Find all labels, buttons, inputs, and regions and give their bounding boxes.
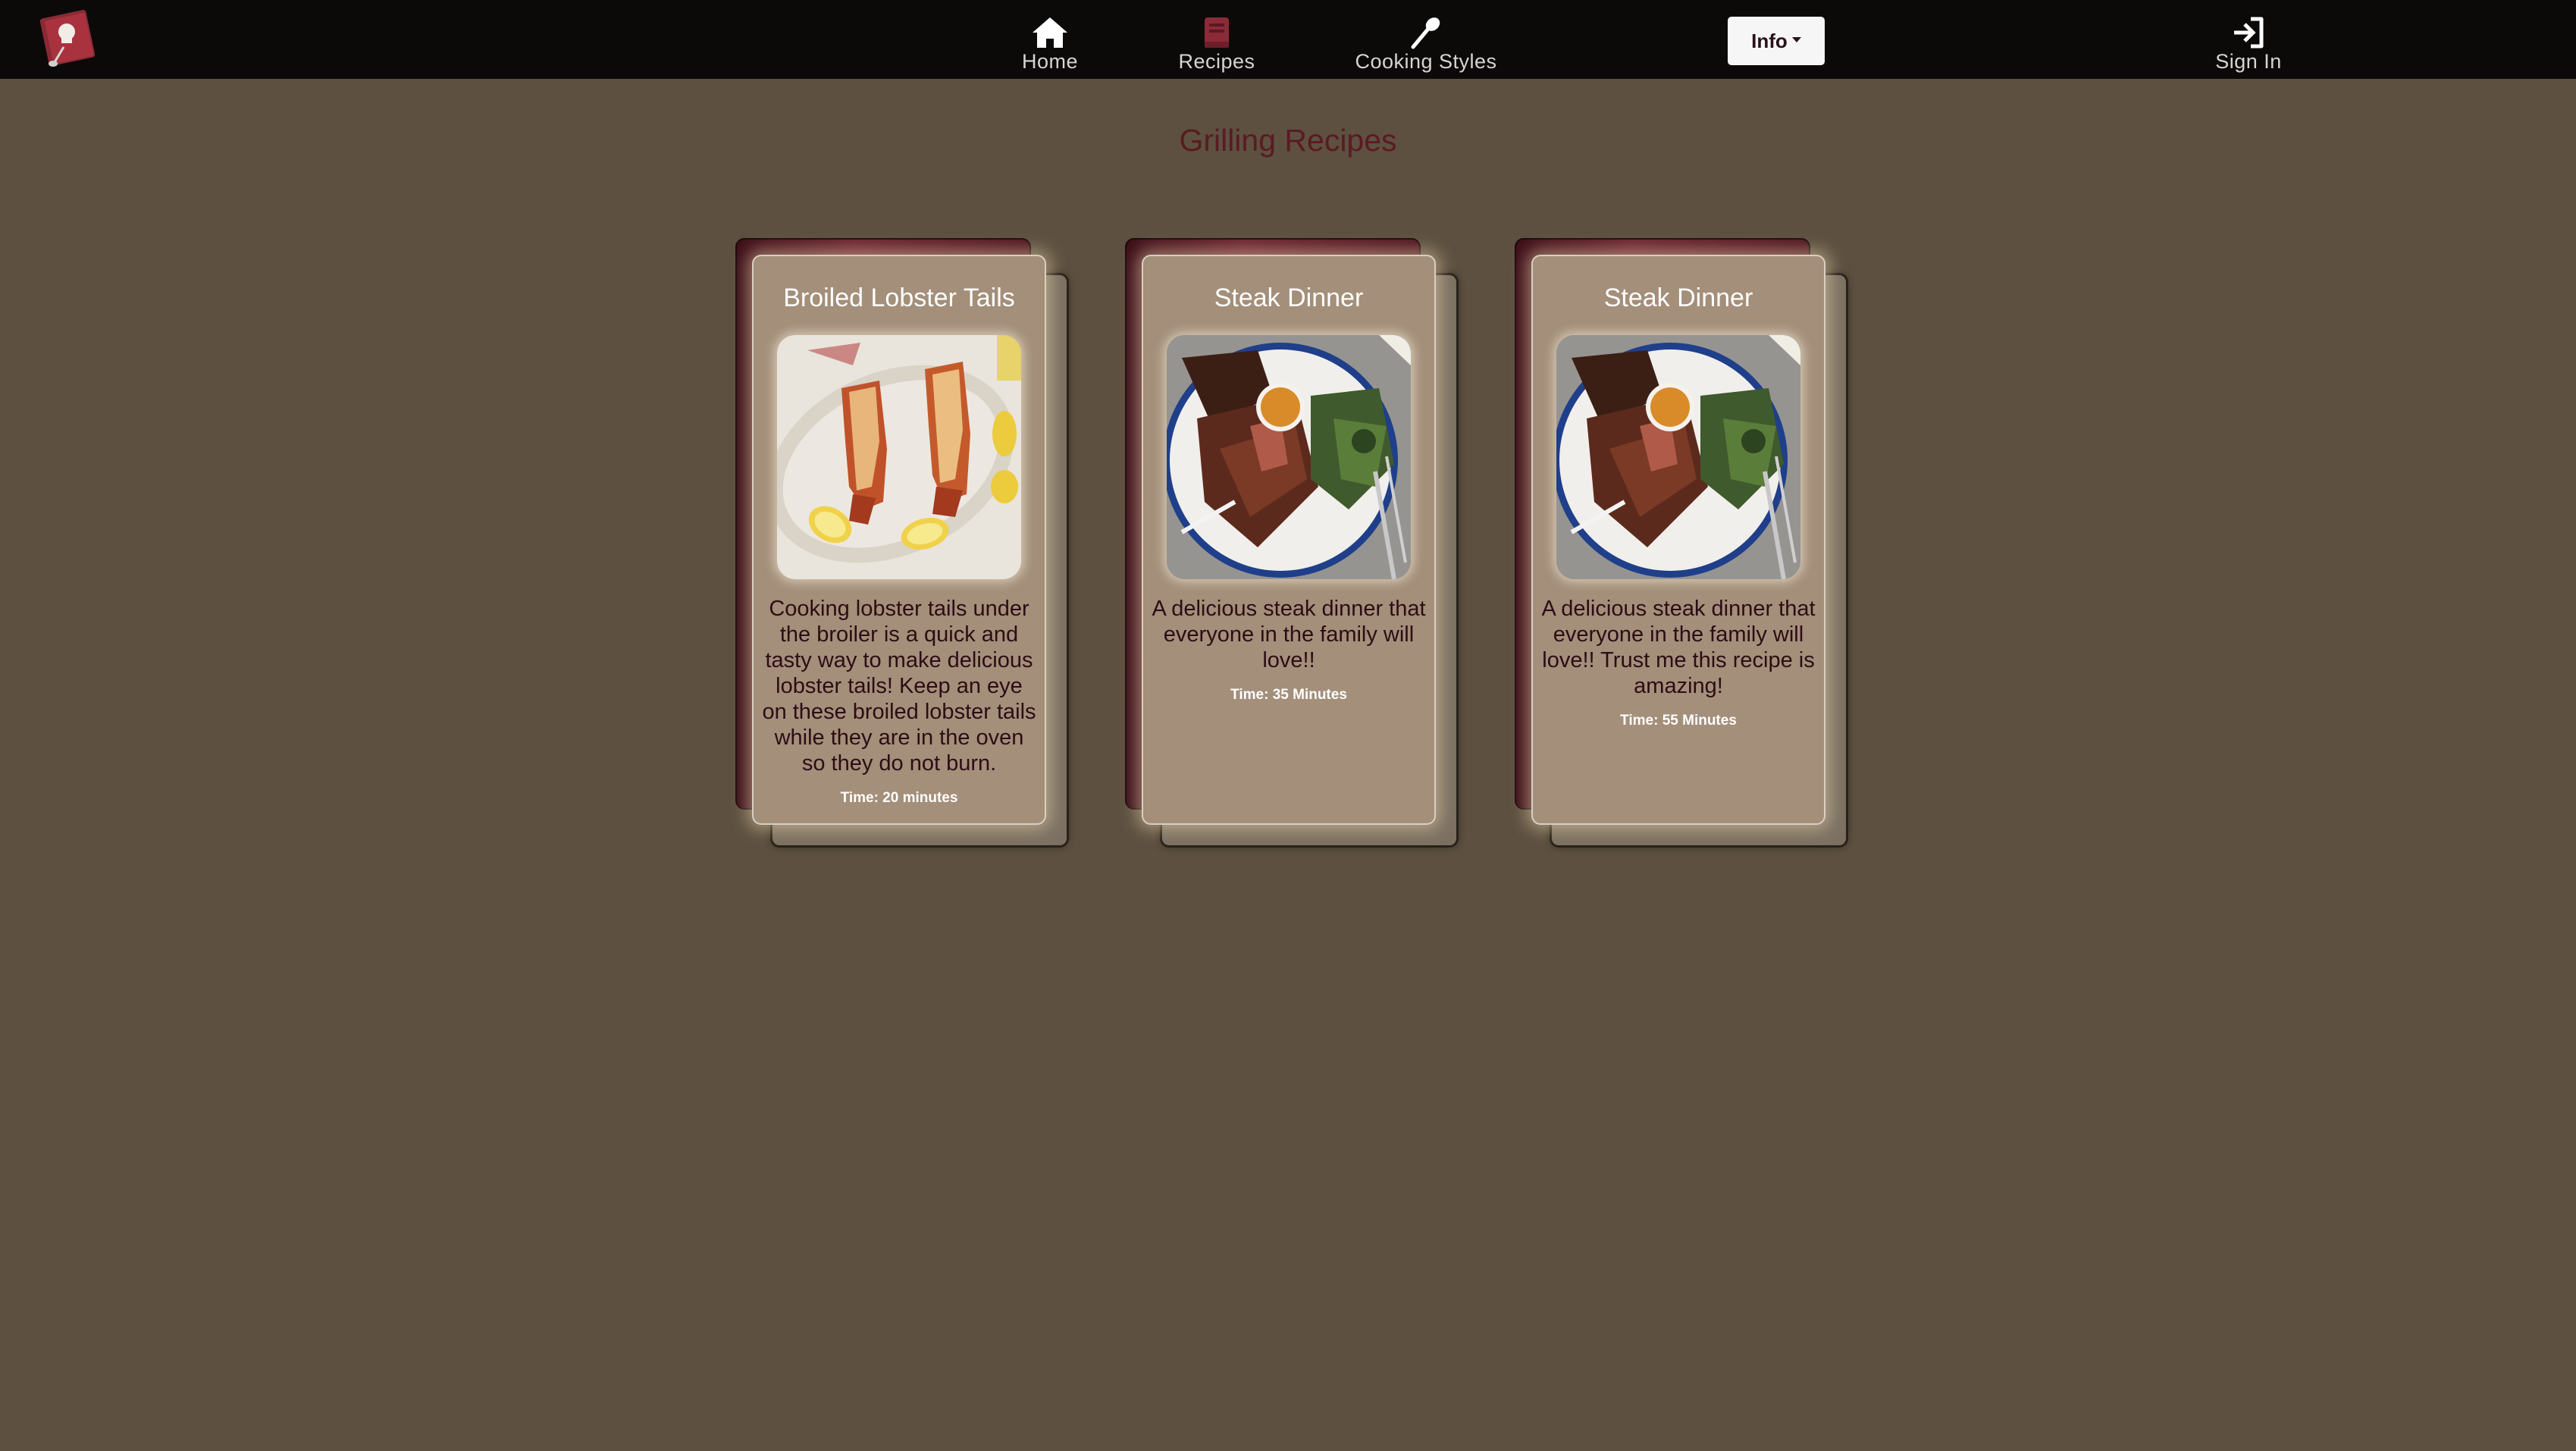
info-dropdown-button[interactable]: Info — [1728, 17, 1825, 65]
recipe-description: A delicious steak dinner that everyone i… — [1152, 597, 1426, 672]
recipe-card[interactable]: Steak Dinner A delicious steak dinner th… — [1515, 238, 1848, 848]
recipe-description: A delicious steak dinner that everyone i… — [1541, 597, 1816, 698]
recipe-time: Time: 55 Minutes — [1620, 713, 1737, 729]
recipe-title[interactable]: Steak Dinner — [1143, 282, 1434, 314]
recipe-title[interactable]: Steak Dinner — [1533, 282, 1824, 314]
nav-recipes-label: Recipes — [1178, 50, 1255, 73]
page-title: Grilling Recipes — [1179, 123, 1397, 158]
nav-sign-in-label: Sign In — [2215, 50, 2282, 73]
card-face: Broiled Lobster Tails Cooking lobster ta… — [752, 255, 1046, 825]
card-face: Steak Dinner A delicious steak dinner th… — [1531, 255, 1825, 825]
recipe-image[interactable] — [1167, 335, 1411, 579]
recipe-title[interactable]: Broiled Lobster Tails — [754, 282, 1045, 314]
recipe-description: Cooking lobster tails under the broiler … — [762, 597, 1036, 776]
book-icon — [1196, 15, 1237, 50]
caret-down-icon — [1791, 36, 1801, 42]
nav-home-label: Home — [1021, 50, 1079, 73]
recipe-card[interactable]: Broiled Lobster Tails Cooking lobster ta… — [735, 238, 1069, 848]
nav-cooking-styles-label: Cooking Styles — [1355, 50, 1497, 73]
spoon-icon — [1406, 15, 1446, 50]
info-label: Info — [1751, 29, 1788, 52]
card-face: Steak Dinner A delicious steak dinner th… — [1142, 255, 1436, 825]
nav-recipes[interactable]: Recipes — [1158, 0, 1275, 79]
top-navbar: Home Recipes Cooking Styles Info Sign In — [0, 0, 2576, 79]
recipe-card[interactable]: Steak Dinner A delicious steak dinner th… — [1125, 238, 1459, 848]
sign-in-icon — [2228, 15, 2269, 50]
recipe-image[interactable] — [777, 335, 1021, 579]
recipe-time: Time: 20 minutes — [840, 790, 958, 806]
recipe-image[interactable] — [1556, 335, 1800, 579]
home-icon — [1029, 15, 1070, 50]
nav-cooking-styles[interactable]: Cooking Styles — [1349, 0, 1503, 79]
nav-home[interactable]: Home — [990, 0, 1110, 79]
nav-sign-in[interactable]: Sign In — [2203, 0, 2294, 79]
recipe-time: Time: 35 Minutes — [1230, 687, 1347, 703]
site-logo[interactable] — [36, 9, 99, 68]
